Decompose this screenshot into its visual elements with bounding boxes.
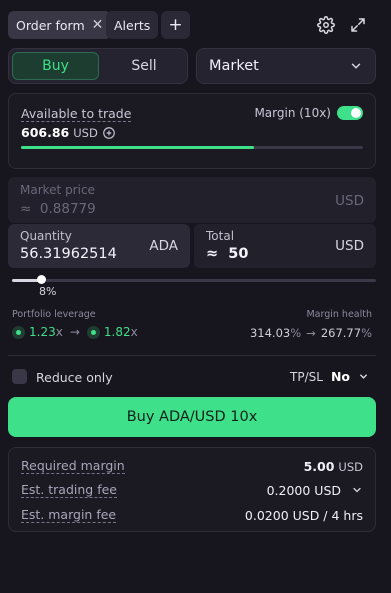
market-price-label: Market price	[20, 183, 95, 197]
total-value-wrap: ≈ 50	[206, 246, 248, 262]
reduce-only-label: Reduce only	[36, 370, 113, 385]
approx-symbol: ≈	[20, 201, 32, 217]
required-margin-value-wrap: 5.00 USD	[304, 459, 363, 474]
buy-toggle-button[interactable]: Buy	[12, 52, 99, 80]
divider	[8, 355, 376, 356]
tpsl-select[interactable]: TP/SL No	[290, 369, 369, 384]
submit-buy-button[interactable]: Buy ADA/USD 10x	[8, 397, 376, 437]
margin-fee-label: Est. margin fee	[21, 507, 117, 523]
plus-icon: +	[168, 15, 183, 35]
available-label: Available to trade	[21, 106, 132, 122]
total-label: Total	[206, 229, 235, 243]
market-price-field: Market price ≈ 0.88779 USD	[8, 177, 376, 223]
order-type-select[interactable]: Market	[196, 48, 376, 84]
portfolio-leverage-values: 1.23x → 1.82x	[12, 325, 138, 339]
health-to: 267.77%	[320, 326, 372, 340]
add-tab-button[interactable]: +	[161, 11, 190, 39]
tab-alerts-label: Alerts	[114, 17, 151, 33]
trading-fee-value-wrap: 0.2000 USD	[267, 483, 363, 498]
quantity-label: Quantity	[20, 229, 72, 243]
leverage-to: 1.82x	[103, 325, 138, 339]
trading-fee-row: Est. trading fee 0.2000 USD	[21, 482, 363, 498]
order-type-value: Market	[209, 58, 259, 74]
arrow-right-icon: →	[69, 325, 80, 339]
required-margin-unit: USD	[338, 459, 363, 474]
required-margin-label: Required margin	[21, 458, 125, 474]
approx-symbol: ≈	[206, 246, 219, 262]
side-toggle: Buy Sell	[8, 48, 188, 84]
chevron-down-icon[interactable]	[351, 484, 363, 496]
tpsl-label: TP/SL	[290, 369, 323, 384]
tab-order-form-label: Order form	[16, 17, 85, 33]
margin-fee-row: Est. margin fee 0.0200 USD / 4 hrs	[21, 507, 363, 523]
order-summary: Required margin 5.00 USD Est. trading fe…	[8, 447, 376, 532]
portfolio-leverage-label: Portfolio leverage	[12, 309, 96, 320]
chevron-down-icon	[351, 63, 361, 69]
market-price-value: 0.88779	[39, 201, 96, 217]
trading-fee-label: Est. trading fee	[21, 482, 117, 498]
usage-bar-fill	[21, 146, 254, 149]
leverage-from: 1.23x	[29, 325, 63, 339]
settings-button[interactable]	[315, 14, 337, 36]
total-input[interactable]: 50	[228, 246, 248, 262]
margin-toggle[interactable]	[337, 106, 363, 120]
sell-toggle-button[interactable]: Sell	[101, 52, 187, 80]
total-field[interactable]: Total ≈ 50 USD	[194, 224, 376, 268]
slider-handle[interactable]	[36, 275, 46, 284]
quantity-field[interactable]: Quantity 56.31962514 ADA	[8, 224, 190, 268]
amount-slider[interactable]	[12, 279, 376, 282]
expand-icon	[351, 18, 365, 32]
margin-fee-value: 0.0200 USD / 4 hrs	[244, 507, 363, 523]
total-unit: USD	[335, 238, 364, 254]
required-margin-value: 5.00	[303, 458, 335, 474]
tab-order-form[interactable]: Order form ✕	[8, 11, 112, 39]
status-dot-icon	[86, 325, 100, 339]
margin-health-label: Margin health	[306, 309, 372, 320]
market-price-unit: USD	[335, 193, 364, 209]
chevron-down-icon	[360, 374, 367, 379]
margin-health-values: 314.03% → 267.77%	[250, 326, 372, 340]
market-price-value-wrap: ≈ 0.88779	[20, 201, 96, 217]
close-icon[interactable]: ✕	[92, 17, 104, 33]
required-margin-row: Required margin 5.00 USD	[21, 458, 363, 474]
quantity-unit: ADA	[149, 238, 178, 254]
available-currency: USD	[73, 125, 98, 140]
quantity-input[interactable]: 56.31962514	[20, 246, 117, 262]
available-amount: 606.86	[21, 125, 70, 140]
arrow-right-icon: →	[306, 326, 316, 340]
gear-icon	[317, 16, 335, 34]
margin-label: Margin (10x)	[254, 106, 331, 120]
available-panel: Available to trade 606.86 USD Margin (10…	[8, 93, 376, 169]
tab-alerts[interactable]: Alerts	[106, 11, 159, 39]
expand-button[interactable]	[347, 14, 369, 36]
reduce-only-checkbox[interactable]	[12, 369, 27, 384]
slider-percent-label: 8%	[39, 285, 57, 298]
health-from: 314.03%	[249, 326, 302, 340]
status-dot-icon	[12, 325, 25, 339]
tpsl-value: No	[330, 369, 350, 384]
plus-circle-icon[interactable]	[102, 126, 116, 140]
usage-bar	[21, 146, 363, 149]
trading-fee-value: 0.2000 USD	[266, 482, 341, 498]
